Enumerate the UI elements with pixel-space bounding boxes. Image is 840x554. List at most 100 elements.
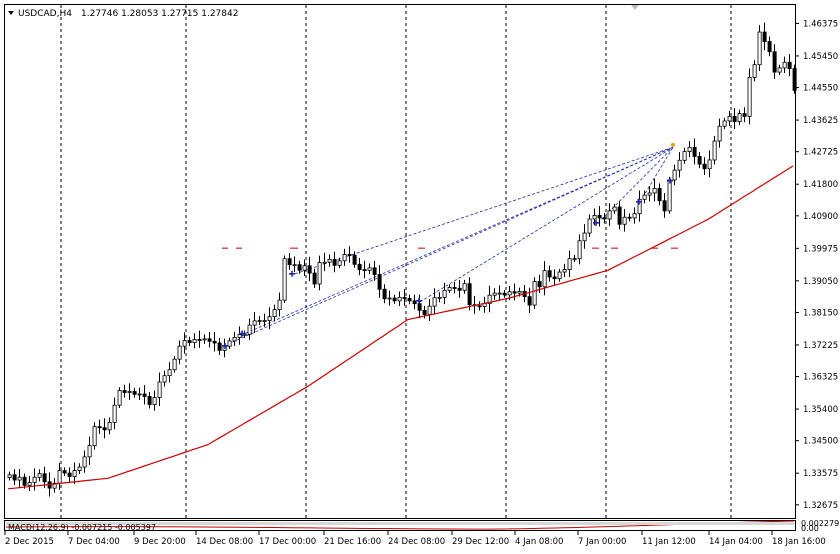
candle-23	[122, 390, 127, 393]
candle-125	[632, 213, 637, 219]
candle-58	[297, 264, 302, 271]
candle-135	[682, 151, 687, 161]
main-plot-frame	[4, 4, 796, 519]
y-tick-label-3: 1.43625	[803, 116, 838, 126]
candle-49	[252, 320, 257, 326]
candle-89	[452, 287, 457, 289]
x-tick-label-5: 21 Dec 16:00	[324, 537, 381, 547]
candle-65	[332, 258, 337, 266]
y-tick-label-1: 1.45450	[803, 52, 838, 62]
candle-149	[752, 64, 757, 78]
candle-34	[177, 345, 182, 360]
ohlc-readout: 1.27746 1.28053 1.27715 1.27842	[81, 9, 238, 19]
candle-86	[437, 296, 442, 299]
candle-120	[607, 210, 612, 220]
price-chart[interactable]: 1.46375 1.45450 1.44550 1.43625 1.42725 1.418…	[0, 0, 840, 554]
candle-136	[687, 146, 692, 152]
x-tick-label-0: 2 Dec 2015	[5, 537, 54, 547]
candle-84	[427, 305, 432, 315]
candle-107	[542, 270, 547, 288]
candle-133	[672, 169, 677, 181]
y-tick-label-2: 1.44550	[803, 84, 838, 94]
candle-40	[207, 338, 212, 342]
candle-144	[727, 115, 732, 122]
candle-28	[147, 396, 152, 405]
candle-17	[92, 426, 97, 447]
y-tick-label-11: 1.36325	[803, 373, 838, 383]
candle-55	[282, 258, 287, 301]
x-tick-label-4: 17 Dec 00:00	[259, 537, 316, 547]
candle-50	[257, 320, 262, 322]
candle-21	[112, 404, 117, 423]
x-tick-label-12: 18 Jan 16:00	[772, 537, 826, 547]
candle-117	[592, 215, 597, 220]
candle-121	[612, 206, 617, 212]
candle-59	[302, 265, 307, 271]
candle-11	[62, 470, 67, 474]
candle-100	[507, 291, 512, 296]
candle-42	[217, 342, 222, 351]
candle-116	[587, 218, 592, 234]
candle-128	[647, 192, 652, 196]
candle-122	[617, 206, 622, 225]
candle-33	[172, 358, 177, 371]
candle-132	[667, 179, 672, 212]
candle-60	[307, 265, 312, 274]
x-tick-label-3: 14 Dec 08:00	[196, 537, 253, 547]
candle-80	[407, 297, 412, 302]
candle-119	[602, 217, 607, 220]
x-tick-label-6: 24 Dec 08:00	[388, 537, 445, 547]
candle-53	[272, 309, 277, 318]
candle-77	[392, 297, 397, 302]
candle-145	[732, 115, 737, 123]
candle-82	[417, 303, 422, 311]
candle-112	[567, 258, 572, 270]
candle-12	[67, 472, 72, 477]
candle-113	[572, 258, 577, 261]
candle-104	[527, 296, 532, 306]
candle-19	[102, 427, 107, 431]
candle-20	[107, 422, 112, 431]
x-tick-label-10: 11 Jan 12:00	[642, 537, 696, 547]
candle-137	[692, 146, 697, 157]
candle-61	[312, 272, 317, 285]
candle-66	[337, 260, 342, 266]
candle-68	[347, 254, 352, 256]
candle-62	[317, 262, 322, 285]
candle-148	[747, 76, 752, 117]
candle-7	[42, 473, 47, 483]
candle-97	[492, 292, 497, 296]
x-tick-label-2: 9 Dec 20:00	[134, 537, 186, 547]
candle-67	[342, 254, 347, 262]
candle-69	[352, 254, 357, 265]
candle-31	[162, 375, 167, 383]
candle-29	[152, 397, 157, 405]
candle-54	[277, 299, 282, 311]
candle-156	[787, 61, 792, 69]
y-tick-label-0: 1.46375	[803, 19, 838, 29]
candle-2	[17, 476, 22, 481]
y-tick-label-12: 1.35400	[803, 405, 838, 415]
candle-51	[262, 320, 267, 322]
candle-13	[72, 470, 77, 477]
candle-78	[397, 296, 402, 302]
candle-5	[32, 476, 37, 483]
candle-72	[367, 267, 372, 271]
candle-57	[292, 264, 297, 267]
candle-91	[462, 283, 467, 291]
candle-25	[132, 391, 137, 395]
x-tick-label-7: 29 Dec 12:00	[452, 537, 509, 547]
candle-150	[757, 31, 762, 66]
macd-label: MACD(12,26,9) -0.007215 -0.005397	[8, 523, 156, 532]
candle-123	[622, 216, 627, 225]
candle-44	[227, 340, 232, 347]
candle-36	[187, 340, 192, 344]
candle-81	[412, 300, 417, 305]
candle-129	[652, 188, 657, 194]
y-axis: 1.46375 1.45450 1.44550 1.43625 1.42725 1.418…	[795, 19, 838, 511]
candle-152	[767, 41, 772, 53]
candle-110	[557, 271, 562, 280]
candle-14	[77, 466, 82, 471]
candle-111	[562, 269, 567, 273]
candle-109	[552, 276, 557, 280]
